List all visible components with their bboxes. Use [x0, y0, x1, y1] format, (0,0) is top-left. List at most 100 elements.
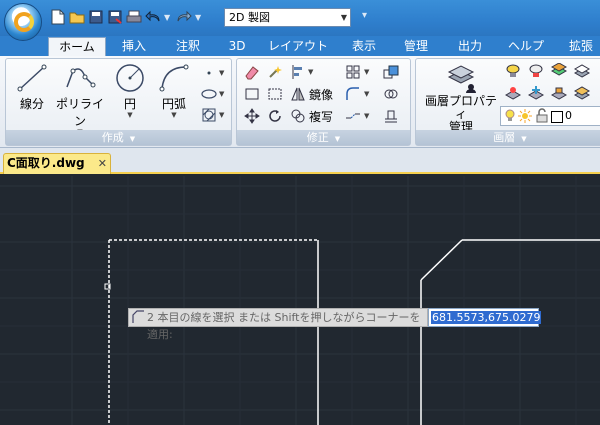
undo-dropdown-icon[interactable]: ▼	[164, 13, 172, 22]
save-as-icon[interactable]	[107, 9, 123, 25]
line-button[interactable]: 線分	[12, 63, 52, 112]
ellipse-dropdown-icon[interactable]: ▼	[219, 90, 224, 98]
polyline-icon	[66, 68, 96, 88]
offset-icon[interactable]	[383, 108, 399, 124]
chevron-down-icon: ▼	[521, 135, 527, 143]
point-dropdown-icon[interactable]: ▼	[219, 69, 224, 77]
break-dropdown-icon[interactable]: ▼	[364, 112, 369, 120]
circle-button[interactable]: 円 ▼	[110, 63, 150, 119]
erase-icon[interactable]	[244, 64, 260, 80]
drawing-canvas[interactable]	[0, 176, 600, 425]
panel-layer-title[interactable]: 画層 ▼	[416, 130, 600, 145]
mirror-icon[interactable]	[290, 86, 306, 102]
chamfer-icon	[131, 310, 145, 329]
line-icon	[17, 64, 47, 92]
workspace-select[interactable]: 2D 製図 ▼	[224, 8, 351, 27]
panel-layer-title-text: 画層	[493, 131, 516, 144]
undo-icon[interactable]	[145, 9, 161, 25]
panel-create-title-text: 作成	[101, 131, 124, 144]
layer-properties-button[interactable]: 画層プロパティ 管理	[420, 63, 502, 134]
fillet-dropdown-icon[interactable]: ▼	[364, 90, 369, 98]
fillet-icon[interactable]	[345, 86, 361, 102]
tab-view[interactable]: 表示	[342, 36, 386, 56]
open-folder-icon[interactable]	[69, 9, 85, 25]
panel-create: 線分 ポリライン ▼ 円 ▼ 円弧 ▼ ▼ ▼ ▼ 作成 ▼	[5, 58, 232, 146]
polyline-button[interactable]: ポリライン ▼	[52, 63, 108, 136]
join-icon[interactable]	[383, 86, 399, 102]
tab-extensions[interactable]: 拡張	[562, 36, 600, 56]
arc-icon	[159, 64, 189, 92]
panel-layer: 画層プロパティ 管理 0 画層 ▼	[415, 58, 600, 146]
app-logo-icon	[14, 12, 34, 32]
layer-unlocked-icon	[534, 108, 550, 124]
ellipse-icon[interactable]	[201, 86, 217, 102]
close-icon[interactable]: ✕	[98, 154, 107, 173]
stretch-icon[interactable]	[267, 86, 283, 102]
redo-dropdown-icon[interactable]: ▼	[195, 13, 203, 22]
arc-button[interactable]: 円弧 ▼	[154, 63, 194, 119]
copy-icon[interactable]	[290, 108, 306, 124]
drawing-line-chamfer-diagonal[interactable]	[420, 239, 463, 281]
arc-dropdown-icon[interactable]: ▼	[154, 112, 194, 119]
align-dropdown-icon[interactable]: ▼	[308, 68, 313, 76]
application-menu-button[interactable]	[4, 3, 42, 41]
rectangle-icon[interactable]	[244, 86, 260, 102]
layer-on-bulb-icon	[502, 108, 518, 124]
layers-stack-icon	[447, 65, 476, 93]
layer-color-swatch	[549, 109, 565, 125]
layer-match-icon[interactable]	[551, 63, 567, 79]
layer-previous-icon[interactable]	[574, 63, 590, 79]
scale-icon[interactable]	[383, 64, 399, 80]
layer-off-icon[interactable]	[505, 85, 521, 101]
document-tab-strip: C面取り.dwg ✕	[0, 148, 600, 174]
workspace-select-value: 2D 製図	[229, 11, 270, 24]
point-icon[interactable]	[201, 65, 217, 81]
mirror-label[interactable]: 鏡像	[309, 86, 333, 103]
coordinate-input[interactable]: 681.5573,675.0279	[428, 308, 542, 327]
explode-icon[interactable]	[267, 64, 283, 80]
hatch-icon[interactable]	[201, 107, 217, 123]
chevron-down-icon: ▼	[129, 135, 136, 143]
panel-modify-title[interactable]: 修正 ▼	[237, 130, 410, 145]
tab-3d[interactable]: 3D	[222, 36, 252, 56]
print-icon[interactable]	[126, 9, 142, 25]
layer-freeze-icon[interactable]	[528, 85, 544, 101]
panel-create-title[interactable]: 作成 ▼	[6, 130, 231, 145]
tab-home[interactable]: ホーム	[48, 37, 106, 56]
break-icon[interactable]	[345, 108, 361, 124]
circle-dropdown-icon[interactable]: ▼	[110, 112, 150, 119]
tab-output[interactable]: 出力	[448, 36, 492, 56]
panel-modify: ▼ ▼ 鏡像 ▼ 複写 ▼ 修正 ▼	[236, 58, 411, 146]
ribbon-tab-strip: ホーム 挿入 注釈 3D レイアウト 表示 管理 出力 ヘルプ 拡張	[0, 36, 600, 56]
move-icon[interactable]	[244, 108, 260, 124]
rotate-icon[interactable]	[267, 108, 283, 124]
tab-manage[interactable]: 管理	[394, 36, 438, 56]
quick-access-toolbar: ▼ ▼	[50, 8, 207, 26]
array-dropdown-icon[interactable]: ▼	[364, 68, 369, 76]
save-icon[interactable]	[88, 9, 104, 25]
new-file-icon[interactable]	[50, 9, 66, 25]
tab-help[interactable]: ヘルプ	[500, 36, 552, 56]
layer-select[interactable]: 0	[500, 106, 600, 126]
layer-unisolate-icon[interactable]	[528, 63, 544, 79]
align-icon[interactable]	[290, 64, 306, 80]
layer-lock-icon[interactable]	[551, 85, 567, 101]
tab-annotate[interactable]: 注釈	[166, 36, 210, 56]
arc-label: 円弧	[161, 97, 186, 111]
current-layer-name: 0	[565, 109, 572, 122]
layer-isolate-icon[interactable]	[505, 63, 521, 79]
line-label: 線分	[19, 97, 44, 111]
coordinate-input-value: 681.5573,675.0279	[431, 311, 542, 324]
document-tab[interactable]: C面取り.dwg ✕	[3, 153, 111, 174]
hatch-dropdown-icon[interactable]: ▼	[219, 111, 224, 119]
circle-icon	[116, 64, 144, 92]
tab-layout[interactable]: レイアウト	[264, 36, 332, 56]
array-icon[interactable]	[345, 64, 361, 80]
redo-icon[interactable]	[176, 9, 192, 25]
customize-qat-icon[interactable]: ▾	[362, 10, 367, 21]
drawing-grid	[0, 176, 600, 425]
tab-insert[interactable]: 挿入	[112, 36, 156, 56]
circle-label: 円	[123, 97, 136, 111]
copy-label[interactable]: 複写	[309, 108, 333, 125]
layer-merge-icon[interactable]	[574, 85, 590, 101]
